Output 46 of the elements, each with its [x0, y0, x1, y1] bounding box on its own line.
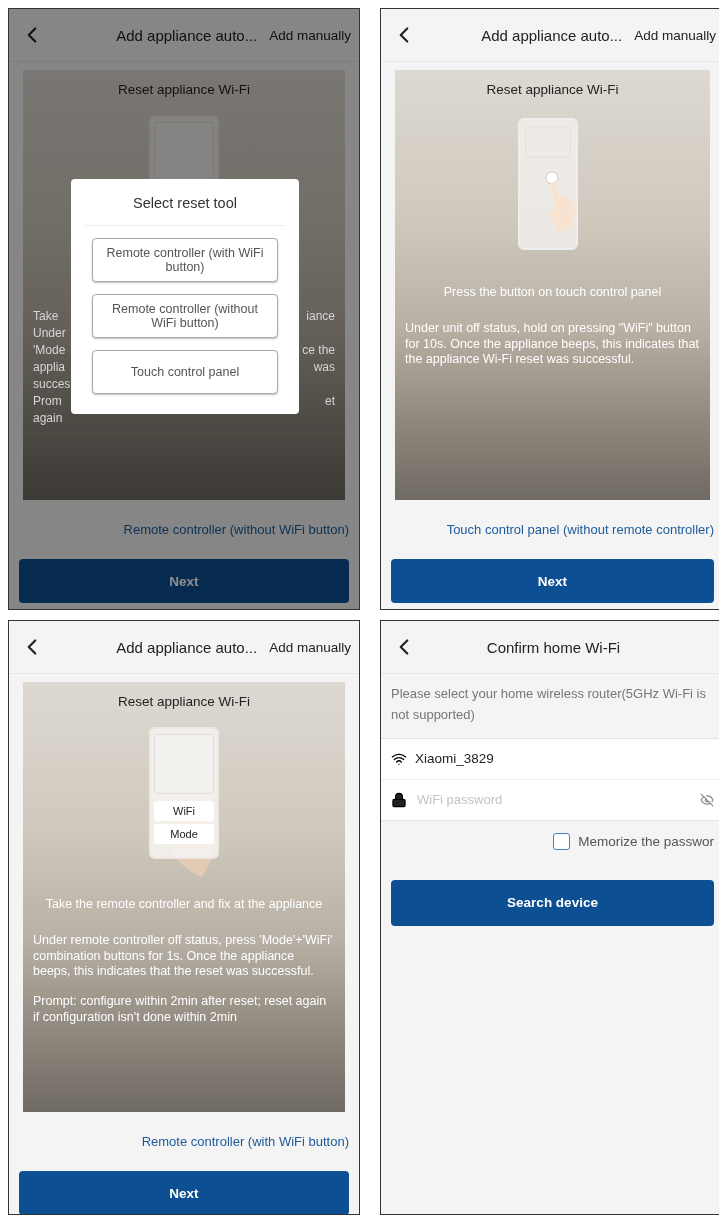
remote-key: WiFi — [154, 801, 214, 821]
partly-hidden-text: Under — [33, 326, 66, 340]
checkbox[interactable] — [553, 832, 571, 850]
checkbox-label: Memorize the passwor — [578, 833, 714, 849]
next-button[interactable]: Next — [19, 559, 349, 603]
dialog-title: Select reset tool — [85, 179, 285, 226]
add-manually-link[interactable]: Add manually — [263, 639, 351, 655]
search-device-button[interactable]: Search device — [391, 879, 714, 926]
screen-title: Add appliance auto... — [481, 26, 623, 44]
partly-hidden-text: was — [313, 360, 335, 374]
partly-hidden-text: iance — [306, 309, 335, 323]
network-name[interactable]: Xiaomi_3829 — [415, 751, 494, 767]
next-button[interactable]: Next — [391, 559, 714, 603]
remote-key: Mode — [154, 824, 214, 844]
partly-hidden-text: et — [325, 394, 335, 408]
card-title: Reset appliance Wi-Fi — [117, 82, 250, 97]
add-manually-link[interactable]: Add manually — [628, 27, 716, 43]
instruction-caption: Take the remote controller and fix at the appliance — [45, 897, 323, 911]
option-button[interactable]: Remote controller (without WiFi button) — [92, 294, 278, 338]
card-title: Reset appliance Wi-Fi — [117, 694, 250, 709]
screen-title: Add appliance auto... — [116, 638, 258, 656]
screen-title: Add appliance auto... — [116, 26, 258, 44]
partly-hidden-text: succes — [33, 377, 71, 391]
switch-tool-link[interactable]: Touch control panel (without remote controller) — [446, 522, 714, 537]
hide-password-icon[interactable] — [700, 792, 714, 807]
instruction-text: Under remote controller off status, press 'Mode'+'WiFi' combination buttons for 1s. Once the appliance beeps, this indicates that the reset was successful. — [33, 933, 334, 980]
switch-tool-link[interactable]: Remote controller (with WiFi button) — [141, 1134, 349, 1149]
partly-hidden-text: again — [33, 411, 63, 425]
partly-hidden-text: Take — [33, 309, 59, 323]
add-manually-link[interactable]: Add manually — [263, 27, 351, 43]
card-title: Reset appliance Wi-Fi — [486, 82, 619, 97]
partly-hidden-text: Prom — [33, 394, 62, 408]
switch-tool-link[interactable]: Remote controller (without WiFi button) — [123, 522, 349, 537]
instruction-text: Under unit off status, hold on pressing "WiFi" button for 10s. Once the appliance beeps, this indicates that the appliance Wi-Fi reset was successful. — [405, 321, 700, 368]
partly-hidden-text: ce the — [302, 343, 335, 357]
option-button[interactable]: Touch control panel — [92, 350, 278, 394]
remote-display — [154, 122, 214, 182]
option-button[interactable]: Remote controller (with WiFi button) — [92, 238, 278, 282]
lock-icon — [391, 791, 407, 808]
instruction-text: Prompt: configure within 2min after reset; reset again if configuration isn't done within 2min — [33, 993, 328, 1026]
instruction-caption: Press the button on touch control panel — [443, 285, 662, 299]
next-button[interactable]: Next — [19, 1171, 349, 1214]
partly-hidden-text: 'Mode — [33, 343, 66, 357]
screen-title: Confirm home Wi-Fi — [485, 638, 622, 656]
hint-text: Please select your home wireless router(5GHz Wi-Fi is not supported) — [391, 685, 707, 724]
partly-hidden-text: applia — [33, 360, 66, 374]
